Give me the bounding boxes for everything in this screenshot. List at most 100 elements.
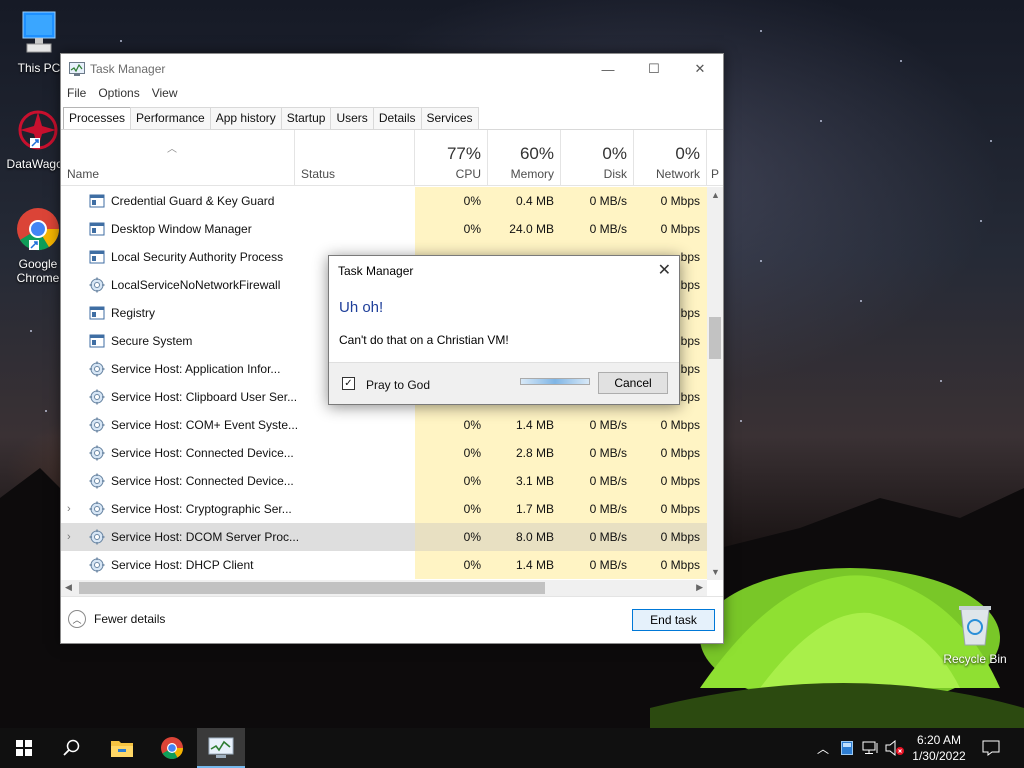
title-bar[interactable]: Task Manager — ☐ ✕ <box>61 54 723 84</box>
column-memory[interactable]: 60% Memory <box>488 130 561 185</box>
menu-file[interactable]: File <box>61 84 92 106</box>
scroll-up-icon[interactable]: ▲ <box>711 190 720 200</box>
network-cell: 0 Mbps <box>634 187 707 215</box>
scroll-right-icon[interactable]: ▶ <box>696 582 703 593</box>
disk-cell: 0 MB/s <box>561 411 634 439</box>
window-icon <box>89 333 105 349</box>
process-row[interactable]: › Service Host: DCOM Server Proc... 0% 8.0 … <box>61 523 707 551</box>
window-icon <box>89 305 105 321</box>
close-button[interactable]: ✕ <box>677 54 723 84</box>
volume-button[interactable] <box>884 728 906 768</box>
horizontal-scrollbar[interactable]: ◀ ▶ <box>61 580 707 596</box>
desktop-icon-label: Recycle Bin <box>943 652 1007 666</box>
disk-cell: 0 MB/s <box>561 551 634 579</box>
column-power-partial[interactable]: P <box>707 130 723 185</box>
pray-checkbox-label[interactable]: Pray to God <box>366 378 430 392</box>
search-button[interactable] <box>48 728 96 768</box>
dialog-close-button[interactable]: ✕ <box>658 260 671 280</box>
column-network[interactable]: 0% Network <box>634 130 707 185</box>
pray-checkbox[interactable]: ✓ <box>342 377 355 390</box>
scrollbar-thumb[interactable] <box>709 317 721 359</box>
desktop-icon-recycle-bin[interactable]: Recycle Bin <box>937 603 1013 666</box>
disk-cell: 0 MB/s <box>561 495 634 523</box>
error-dialog[interactable]: Task Manager ✕ Uh oh! Can't do that on a… <box>328 255 680 405</box>
show-hidden-icons-button[interactable]: ︿ <box>814 728 832 768</box>
process-name: Desktop Window Manager <box>111 222 252 236</box>
start-button[interactable] <box>0 728 48 768</box>
column-status[interactable]: Status <box>295 130 415 185</box>
dialog-heading: Uh oh! <box>339 299 384 316</box>
cpu-cell: 0% <box>415 411 488 439</box>
cancel-button[interactable]: Cancel <box>598 372 668 394</box>
cpu-cell: 0% <box>415 215 488 243</box>
network-icon <box>862 741 878 754</box>
tab-details[interactable]: Details <box>372 107 422 129</box>
taskbar-task-manager[interactable] <box>197 728 245 768</box>
volume-muted-icon <box>885 740 904 756</box>
computer-icon <box>22 11 56 53</box>
tab-performance[interactable]: Performance <box>130 107 211 129</box>
maximize-button[interactable]: ☐ <box>631 54 677 84</box>
action-center-button[interactable] <box>978 728 1004 768</box>
scrollbar-thumb[interactable] <box>79 582 545 594</box>
process-row[interactable]: Service Host: Connected Device... 0% 3.1 M… <box>61 467 707 495</box>
chrome-icon <box>17 208 60 251</box>
scroll-left-icon[interactable]: ◀ <box>65 582 72 593</box>
clock-time: 6:20 AM <box>916 733 962 747</box>
expand-chevron-icon[interactable]: › <box>67 495 71 523</box>
column-name[interactable]: ︿ Name <box>61 130 295 185</box>
tab-services[interactable]: Services <box>420 107 479 129</box>
process-row[interactable]: Service Host: COM+ Event Syste... 0% 1.4 M… <box>61 411 707 439</box>
tab-startup[interactable]: Startup <box>280 107 332 129</box>
menu-options[interactable]: Options <box>92 84 145 106</box>
gear-icon <box>89 389 105 405</box>
tray-app-button[interactable] <box>838 728 856 768</box>
scroll-down-icon[interactable]: ▼ <box>711 567 720 577</box>
tab-processes[interactable]: Processes <box>63 107 132 130</box>
fewer-details-button[interactable]: ︿ Fewer details <box>68 610 165 628</box>
memory-cell: 1.4 MB <box>488 551 561 579</box>
progress-bar <box>520 378 590 385</box>
clock[interactable]: 6:20 AM 1/30/2022 <box>905 732 973 764</box>
start-icon <box>16 740 32 756</box>
process-row[interactable]: Service Host: Connected Device... 0% 2.8 M… <box>61 439 707 467</box>
disk-cell: 0 MB/s <box>561 523 634 551</box>
dialog-footer: ✓ Pray to God Cancel <box>329 362 679 404</box>
gear-icon <box>89 557 105 573</box>
column-header: ︿ Name Status 77% CPU 60% Memory 0% Disk… <box>61 130 723 186</box>
process-name: Service Host: DHCP Client <box>111 558 254 572</box>
column-cpu[interactable]: 77% CPU <box>415 130 488 185</box>
taskbar-file-explorer[interactable] <box>98 728 146 768</box>
network-button[interactable] <box>860 728 882 768</box>
process-name: Registry <box>111 306 156 320</box>
chrome-icon <box>161 737 183 759</box>
dialog-message: Can't do that on a Christian VM! <box>339 333 509 347</box>
window-icon <box>89 193 105 209</box>
window-icon <box>89 221 105 237</box>
memory-percent: 60% <box>519 144 554 163</box>
process-row[interactable]: Desktop Window Manager 0% 24.0 MB 0 MB/s 0 M… <box>61 215 707 243</box>
network-cell: 0 Mbps <box>634 439 707 467</box>
gear-icon <box>89 417 105 433</box>
process-row[interactable]: Service Host: DHCP Client 0% 1.4 MB 0 MB/s 0… <box>61 551 707 579</box>
tab-app-history[interactable]: App history <box>209 107 282 129</box>
process-row[interactable]: › Service Host: Cryptographic Ser... 0% 1.7… <box>61 495 707 523</box>
column-name-label: Name <box>67 167 100 181</box>
column-disk[interactable]: 0% Disk <box>561 130 634 185</box>
cpu-cell: 0% <box>415 467 488 495</box>
memory-cell: 2.8 MB <box>488 439 561 467</box>
datawagon-logo-icon <box>18 110 58 150</box>
process-row[interactable]: Credential Guard & Key Guard 0% 0.4 MB 0 MB… <box>61 187 707 215</box>
menu-view[interactable]: View <box>146 84 184 106</box>
end-task-button[interactable]: End task <box>632 609 715 631</box>
cpu-cell: 0% <box>415 495 488 523</box>
memory-cell: 0.4 MB <box>488 187 561 215</box>
memory-cell: 1.7 MB <box>488 495 561 523</box>
expand-chevron-icon[interactable]: › <box>67 523 71 551</box>
taskbar-chrome[interactable] <box>148 728 196 768</box>
tab-users[interactable]: Users <box>330 107 374 129</box>
process-name: LocalServiceNoNetworkFirewall <box>111 278 281 292</box>
minimize-button[interactable]: — <box>585 54 631 84</box>
gear-icon <box>89 473 105 489</box>
vertical-scrollbar[interactable]: ▲ ▼ <box>707 187 723 580</box>
